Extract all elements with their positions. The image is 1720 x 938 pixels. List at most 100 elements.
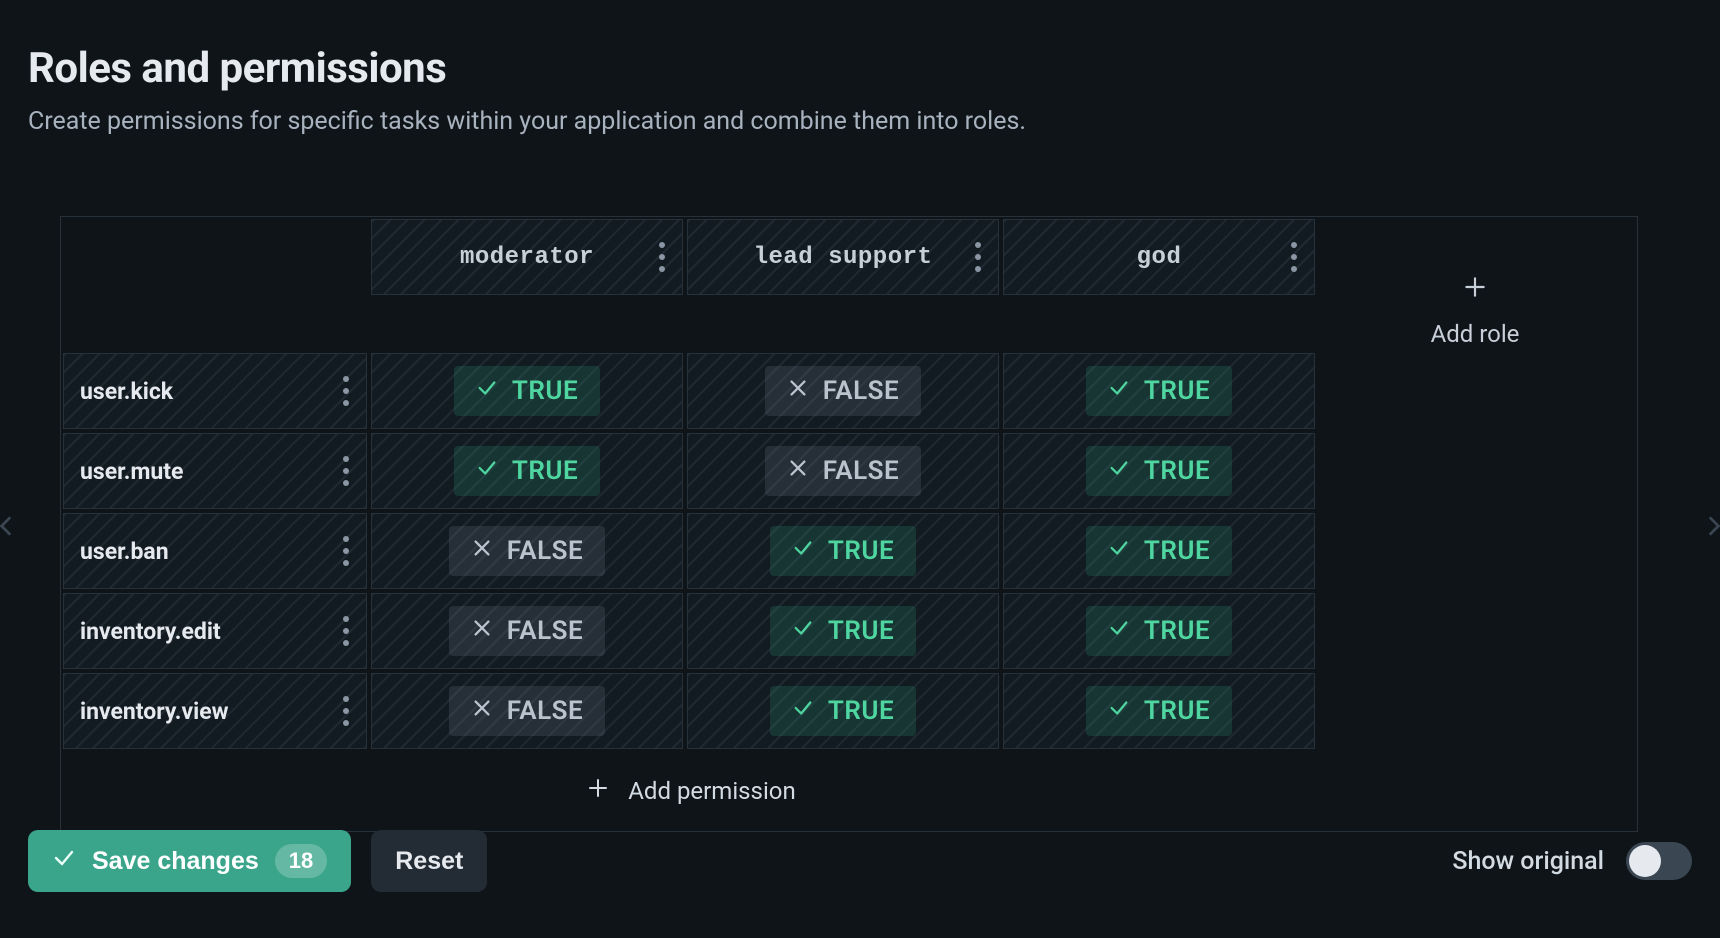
permission-chip-label: FALSE <box>823 456 899 486</box>
permission-menu-icon[interactable] <box>332 365 360 417</box>
save-changes-button[interactable]: Save changes 18 <box>28 830 351 892</box>
permission-header-label: inventory.edit <box>80 618 221 645</box>
check-icon <box>792 616 814 646</box>
permission-chip: FALSE <box>449 526 605 576</box>
check-icon <box>1108 376 1130 406</box>
permission-header-label: user.kick <box>80 378 173 405</box>
permission-chip-label: TRUE <box>1144 456 1210 486</box>
role-menu-icon[interactable] <box>1280 231 1308 283</box>
scroll-left-icon[interactable] <box>0 498 20 554</box>
add-role-spacer <box>1317 511 1633 591</box>
add-role-spacer <box>1317 431 1633 511</box>
permission-chip-label: TRUE <box>1144 616 1210 646</box>
permission-chip: TRUE <box>770 606 916 656</box>
permission-value-cell[interactable]: TRUE <box>687 513 999 589</box>
permission-value-cell[interactable]: TRUE <box>1003 673 1315 749</box>
show-original-label: Show original <box>1452 847 1604 876</box>
permission-value-cell[interactable]: FALSE <box>371 593 683 669</box>
permission-value-cell[interactable]: TRUE <box>1003 513 1315 589</box>
save-label: Save changes <box>92 847 259 876</box>
permission-header[interactable]: user.mute <box>63 433 367 509</box>
permission-chip: TRUE <box>1086 606 1232 656</box>
add-role-label: Add role <box>1431 320 1520 348</box>
permission-menu-icon[interactable] <box>332 605 360 657</box>
permission-chip-label: TRUE <box>828 616 894 646</box>
show-original-control: Show original <box>1452 842 1692 880</box>
add-role-spacer <box>1321 751 1637 831</box>
permission-chip-label: FALSE <box>507 536 583 566</box>
check-icon <box>1108 616 1130 646</box>
grid-corner <box>63 219 367 295</box>
x-icon <box>471 696 493 726</box>
permission-chip-label: FALSE <box>507 696 583 726</box>
reset-button[interactable]: Reset <box>371 830 487 892</box>
permission-header[interactable]: user.kick <box>63 353 367 429</box>
permissions-grid: moderator lead support god Add role user.kic… <box>60 216 1638 832</box>
permission-header[interactable]: inventory.view <box>63 673 367 749</box>
permission-chip-label: FALSE <box>507 616 583 646</box>
x-icon <box>471 536 493 566</box>
page-title: Roles and permissions <box>28 44 1692 93</box>
permission-chip: TRUE <box>770 526 916 576</box>
x-icon <box>787 376 809 406</box>
permission-value-cell[interactable]: TRUE <box>371 353 683 429</box>
permission-header-label: inventory.view <box>80 698 229 725</box>
permission-chip-label: TRUE <box>828 696 894 726</box>
role-header[interactable]: lead support <box>687 219 999 295</box>
permission-value-cell[interactable]: TRUE <box>1003 353 1315 429</box>
check-icon <box>52 846 76 877</box>
permission-value-cell[interactable]: TRUE <box>1003 433 1315 509</box>
check-icon <box>792 696 814 726</box>
permission-header[interactable]: inventory.edit <box>63 593 367 669</box>
permission-value-cell[interactable]: TRUE <box>371 433 683 509</box>
permission-value-cell[interactable]: FALSE <box>371 513 683 589</box>
permission-chip-label: TRUE <box>1144 696 1210 726</box>
scroll-right-icon[interactable] <box>1700 498 1720 554</box>
permission-value-cell[interactable]: TRUE <box>687 593 999 669</box>
permission-value-cell[interactable]: TRUE <box>1003 593 1315 669</box>
permission-header-label: user.mute <box>80 458 183 485</box>
add-role-spacer <box>1317 591 1633 671</box>
add-role-spacer <box>1317 671 1633 751</box>
permission-chip-label: TRUE <box>512 376 578 406</box>
permission-chip: TRUE <box>770 686 916 736</box>
permission-value-cell[interactable]: FALSE <box>687 433 999 509</box>
role-header[interactable]: god <box>1003 219 1315 295</box>
permission-chip: FALSE <box>449 686 605 736</box>
save-count-badge: 18 <box>275 844 327 878</box>
permission-chip-label: TRUE <box>1144 536 1210 566</box>
permission-menu-icon[interactable] <box>332 445 360 497</box>
check-icon <box>1108 696 1130 726</box>
add-permission-button[interactable]: Add permission <box>63 753 1319 829</box>
permission-chip: TRUE <box>454 446 600 496</box>
add-role-spacer <box>1317 351 1633 431</box>
permission-chip: FALSE <box>765 446 921 496</box>
permission-menu-icon[interactable] <box>332 525 360 577</box>
permission-chip: TRUE <box>1086 526 1232 576</box>
role-header-label: god <box>1137 244 1182 271</box>
permission-value-cell[interactable]: FALSE <box>687 353 999 429</box>
x-icon <box>471 616 493 646</box>
bottom-bar: Save changes 18 Reset Show original <box>28 830 1692 892</box>
permission-menu-icon[interactable] <box>332 685 360 737</box>
permission-value-cell[interactable]: TRUE <box>687 673 999 749</box>
permission-chip-label: TRUE <box>512 456 578 486</box>
check-icon <box>1108 536 1130 566</box>
add-role-button[interactable]: Add role <box>1319 219 1631 349</box>
check-icon <box>476 456 498 486</box>
permission-header[interactable]: user.ban <box>63 513 367 589</box>
x-icon <box>787 456 809 486</box>
permission-header-label: user.ban <box>80 538 169 565</box>
check-icon <box>1108 456 1130 486</box>
role-header-label: moderator <box>460 244 594 271</box>
role-header[interactable]: moderator <box>371 219 683 295</box>
toggle-knob <box>1629 845 1661 877</box>
plus-icon <box>1462 274 1488 306</box>
check-icon <box>792 536 814 566</box>
role-menu-icon[interactable] <box>964 231 992 283</box>
permission-chip-label: FALSE <box>823 376 899 406</box>
show-original-toggle[interactable] <box>1626 842 1692 880</box>
permission-value-cell[interactable]: FALSE <box>371 673 683 749</box>
role-menu-icon[interactable] <box>648 231 676 283</box>
plus-icon <box>586 776 610 806</box>
